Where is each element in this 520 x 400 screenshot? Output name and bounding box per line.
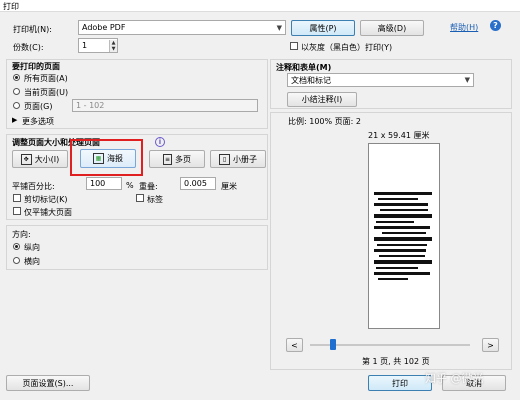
multiple-pages-icon: ≡ (163, 153, 172, 165)
overlap-input[interactable]: 0.005 (180, 177, 216, 190)
help-link[interactable]: 帮助(H) (450, 22, 478, 33)
comments-value: 文档和标记 (291, 75, 331, 85)
window-title: 打印 (3, 2, 19, 11)
scale-text: 比例: 100% 页面: 2 (288, 117, 361, 126)
tile-large-pages-checkbox[interactable] (13, 207, 21, 215)
portrait-radio[interactable] (13, 243, 20, 250)
all-pages-radio[interactable] (13, 74, 20, 81)
landscape-label: 横向 (24, 257, 40, 266)
overlap-unit: 厘米 (221, 182, 237, 191)
printer-value: Adobe PDF (82, 23, 126, 32)
booklet-icon: ▯ (219, 153, 230, 165)
pages-label: 页面(G) (24, 102, 53, 111)
printer-label: 打印机(N): (13, 25, 52, 34)
pages-group-title: 要打印的页面 (12, 62, 60, 71)
page-dimensions: 21 x 59.41 厘米 (368, 131, 430, 140)
portrait-label: 纵向 (24, 243, 40, 252)
prev-page-button[interactable]: < (286, 338, 303, 352)
highlight-box (70, 139, 143, 176)
page-setup-button[interactable]: 页面设置(S)... (6, 375, 90, 391)
tile-large-pages-label: 仅平铺大页面 (24, 208, 72, 217)
copies-label: 份数(C): (13, 43, 44, 52)
page-slider-thumb[interactable] (330, 339, 336, 350)
summarize-comments-button[interactable]: 小结注释(I) (287, 92, 357, 107)
page-preview (368, 143, 440, 329)
resize-icon: ✥ (20, 153, 32, 165)
current-page-label: 当前页面(U) (24, 88, 69, 97)
orientation-title: 方向: (12, 230, 31, 239)
orientation-group (6, 225, 268, 270)
tile-scale-unit: % (126, 181, 134, 190)
multiple-button[interactable]: ≡ 多页 (149, 150, 205, 168)
comments-group-title: 注释和表单(M) (276, 63, 332, 72)
watermark-text: 知乎 @微光 (425, 372, 484, 385)
cut-marks-checkbox[interactable] (13, 194, 21, 202)
labels-checkbox[interactable] (136, 194, 144, 202)
printer-select[interactable]: Adobe PDF ▼ (78, 20, 286, 35)
info-icon[interactable]: i (155, 137, 165, 147)
question-circle-icon[interactable]: ? (490, 20, 501, 31)
more-options-link[interactable]: 更多选项 (22, 116, 54, 127)
document-thumbnail (374, 190, 434, 290)
size-button[interactable]: ✥ 大小(I) (12, 150, 68, 168)
cut-marks-label: 剪切标记(K) (24, 195, 68, 204)
labels-label: 标签 (147, 195, 163, 204)
booklet-button[interactable]: ▯ 小册子 (210, 150, 266, 168)
title-bar: 打印 (0, 0, 520, 12)
expand-arrow-icon[interactable]: ▶ (12, 116, 17, 124)
size-button-label: 大小(I) (34, 154, 60, 164)
properties-button[interactable]: 属性(P) (291, 20, 355, 36)
grayscale-label: 以灰度（黑白色）打印(Y) (301, 43, 393, 52)
pages-radio[interactable] (13, 102, 20, 109)
grayscale-checkbox[interactable] (290, 42, 298, 50)
advanced-button[interactable]: 高级(D) (360, 20, 424, 36)
tile-scale-input[interactable]: 100 (86, 177, 122, 190)
multiple-button-label: 多页 (175, 154, 191, 164)
chevron-down-icon: ▼ (276, 23, 282, 32)
landscape-radio[interactable] (13, 257, 20, 264)
copies-stepper[interactable]: 1 ▲ ▼ (78, 38, 118, 53)
tile-scale-label: 平铺百分比: (12, 182, 55, 191)
all-pages-label: 所有页面(A) (24, 74, 68, 83)
chevron-down-icon: ▼ (464, 76, 470, 84)
stepper-arrows-icon[interactable]: ▲ ▼ (109, 39, 117, 52)
copies-value: 1 (82, 41, 88, 50)
page-status: 第 1 页, 共 102 页 (362, 357, 430, 366)
overlap-label: 重叠: (139, 182, 158, 191)
page-range-input[interactable]: 1 - 102 (72, 99, 258, 112)
booklet-button-label: 小册子 (233, 154, 257, 164)
next-page-button[interactable]: > (482, 338, 499, 352)
current-page-radio[interactable] (13, 88, 20, 95)
comments-select[interactable]: 文档和标记 ▼ (287, 73, 474, 87)
print-button[interactable]: 打印 (368, 375, 432, 391)
